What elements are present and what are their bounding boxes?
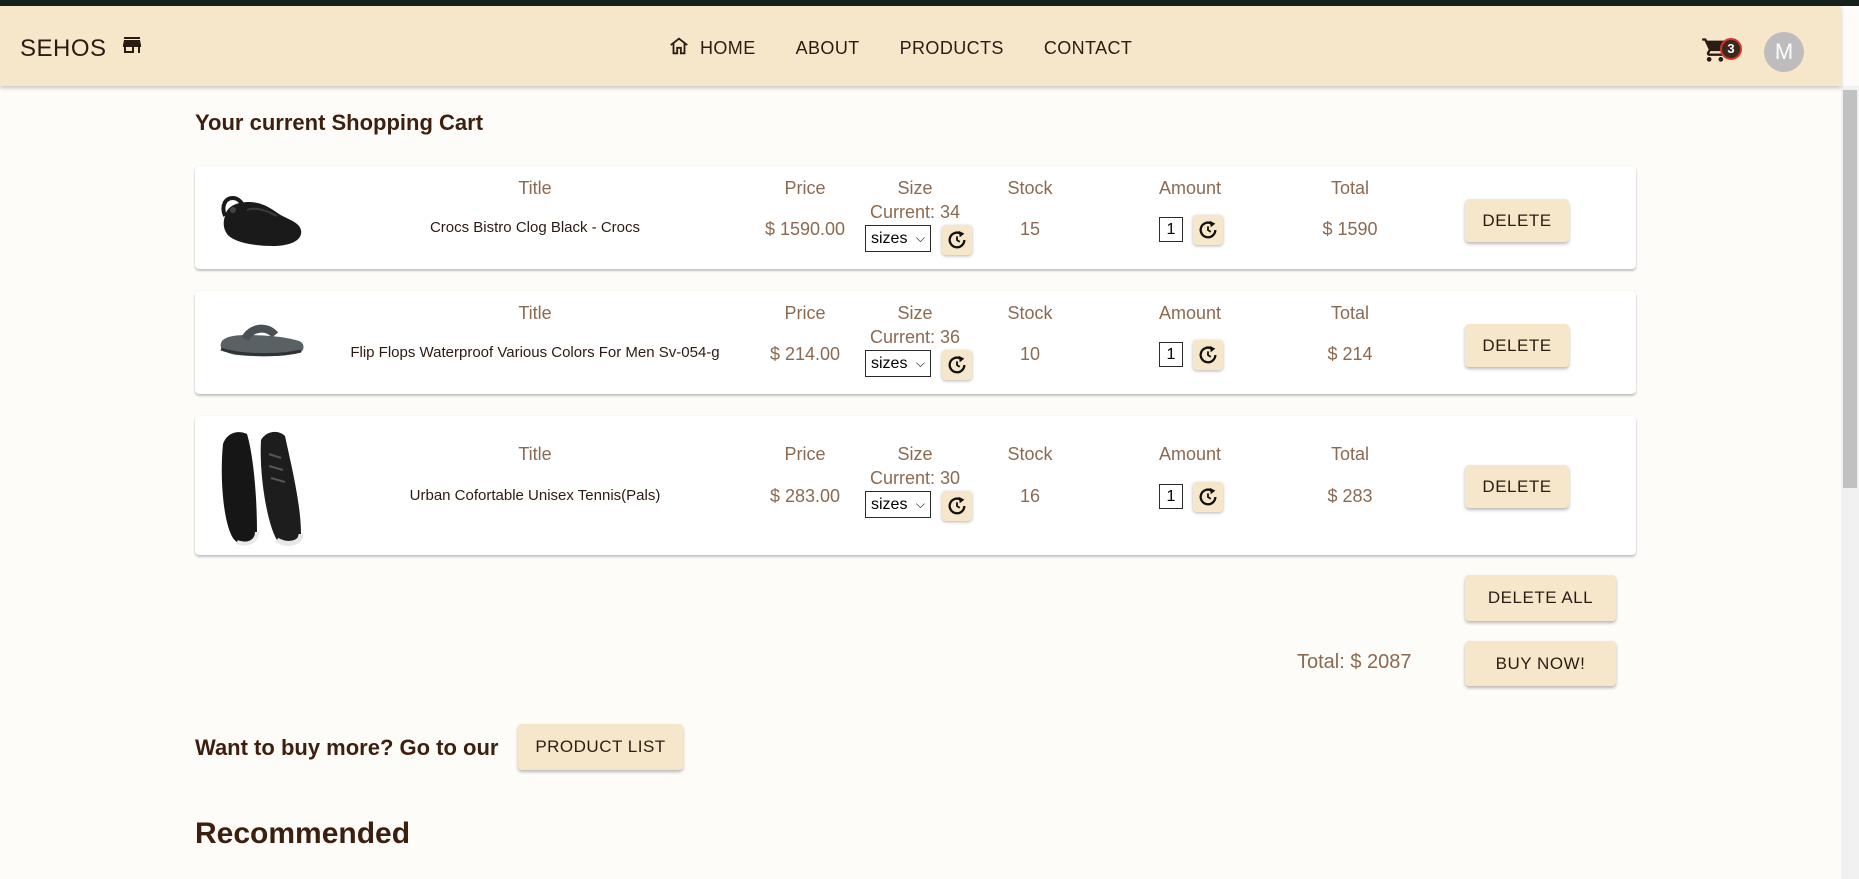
cart-count-badge: 3 [1720,38,1742,60]
nav-products-label: PRODUCTS [899,38,1004,58]
nav-products[interactable]: PRODUCTS [900,35,1004,62]
cart-item-row: Title Crocs Bistro Clog Black - Crocs Pr… [195,166,1636,269]
refresh-icon [1199,345,1217,364]
nav-contact-label: CONTACT [1043,38,1133,58]
update-amount-button[interactable] [1193,482,1223,512]
nav-contact[interactable]: CONTACT [1044,35,1132,62]
cart-item-row: Title Flip Flops Waterproof Various Colo… [195,291,1636,394]
column-label-total: Total [1330,444,1370,464]
delete-button[interactable]: DELETE [1465,465,1569,508]
product-image-flipflop [217,311,305,371]
size-select[interactable]: sizes ⌵ [865,350,931,377]
refresh-icon [948,496,966,515]
update-size-button[interactable] [942,225,972,255]
nav-about-label: ABOUT [795,38,860,58]
column-label-price: Price [784,303,826,323]
brand-name: SEHOS [20,34,107,62]
size-select[interactable]: sizes ⌵ [865,491,931,518]
product-stock: 16 [1019,486,1041,506]
column-label-stock: Stock [1007,303,1053,323]
column-label-title: Title [518,444,552,464]
product-stock: 15 [1019,219,1041,239]
column-label-size: Size [897,303,933,323]
product-stock: 10 [1019,344,1041,364]
buy-more-text: Want to buy more? Go to our [195,735,499,760]
store-icon [119,33,145,64]
update-amount-button[interactable] [1193,340,1223,370]
size-select-value: sizes [871,355,908,372]
navbar: SEHOS HOME ABOUT PRODUCTS CONTACT 3 M [0,6,1841,86]
user-avatar[interactable]: M [1764,32,1804,72]
nav-home[interactable]: HOME [668,35,756,62]
product-title[interactable]: Flip Flops Waterproof Various Colors For… [340,344,730,361]
size-select-value: sizes [871,230,908,247]
column-label-total: Total [1330,178,1370,198]
buy-now-button[interactable]: BUY NOW! [1465,641,1616,686]
product-title[interactable]: Urban Cofortable Unisex Tennis(Pals) [360,487,710,504]
refresh-icon [948,230,966,249]
brand[interactable]: SEHOS [20,33,145,64]
delete-button[interactable]: DELETE [1465,324,1569,367]
column-label-size: Size [897,178,933,198]
column-label-stock: Stock [1007,178,1053,198]
column-label-total: Total [1330,303,1370,323]
refresh-icon [948,355,966,374]
update-amount-button[interactable] [1193,215,1223,245]
size-select[interactable]: sizes ⌵ [865,225,931,252]
size-select-value: sizes [871,496,908,513]
current-size: Current: 30 [869,468,961,488]
delete-button[interactable]: DELETE [1465,199,1569,242]
chevron-down-icon: ⌵ [915,497,925,511]
product-list-button[interactable]: PRODUCT LIST [518,724,683,770]
product-price: $ 214.00 [769,344,841,364]
product-title[interactable]: Crocs Bistro Clog Black - Crocs [360,219,710,236]
nav-home-label: HOME [700,38,756,58]
chevron-down-icon: ⌵ [915,231,925,245]
product-total: $ 283 [1327,486,1373,506]
product-image-clog [217,176,305,256]
product-total: $ 1590 [1322,219,1378,239]
column-label-price: Price [784,178,826,198]
recommended-heading: Recommended [195,817,411,850]
update-size-button[interactable] [942,350,972,380]
column-label-amount: Amount [1158,178,1222,198]
column-label-price: Price [784,444,826,464]
amount-input[interactable]: 1 [1159,217,1183,242]
column-label-stock: Stock [1007,444,1053,464]
cart-heading: Your current Shopping Cart [195,110,484,135]
cart-button[interactable]: 3 [1700,32,1746,66]
column-label-amount: Amount [1158,303,1222,323]
main-nav: HOME ABOUT PRODUCTS CONTACT [668,35,1172,62]
refresh-icon [1199,220,1217,239]
cart-item-row: Title Urban Cofortable Unisex Tennis(Pal… [195,416,1636,555]
current-size: Current: 36 [869,327,961,347]
product-price: $ 1590.00 [764,219,846,239]
chevron-down-icon: ⌵ [915,356,925,370]
cart-total: Total: $ 2087 [1297,651,1412,673]
delete-all-button[interactable]: DELETE ALL [1465,575,1616,621]
current-size: Current: 34 [869,202,961,222]
column-label-size: Size [897,444,933,464]
column-label-title: Title [518,303,552,323]
scrollbar-thumb[interactable] [1843,90,1857,488]
update-size-button[interactable] [942,491,972,521]
product-total: $ 214 [1327,344,1373,364]
column-label-amount: Amount [1158,444,1222,464]
column-label-title: Title [518,178,552,198]
home-icon [668,35,690,62]
product-price: $ 283.00 [769,486,841,506]
amount-input[interactable]: 1 [1159,342,1183,367]
nav-about[interactable]: ABOUT [796,35,860,62]
amount-input[interactable]: 1 [1159,484,1183,509]
refresh-icon [1199,487,1217,506]
product-image-sneakers [217,424,305,548]
